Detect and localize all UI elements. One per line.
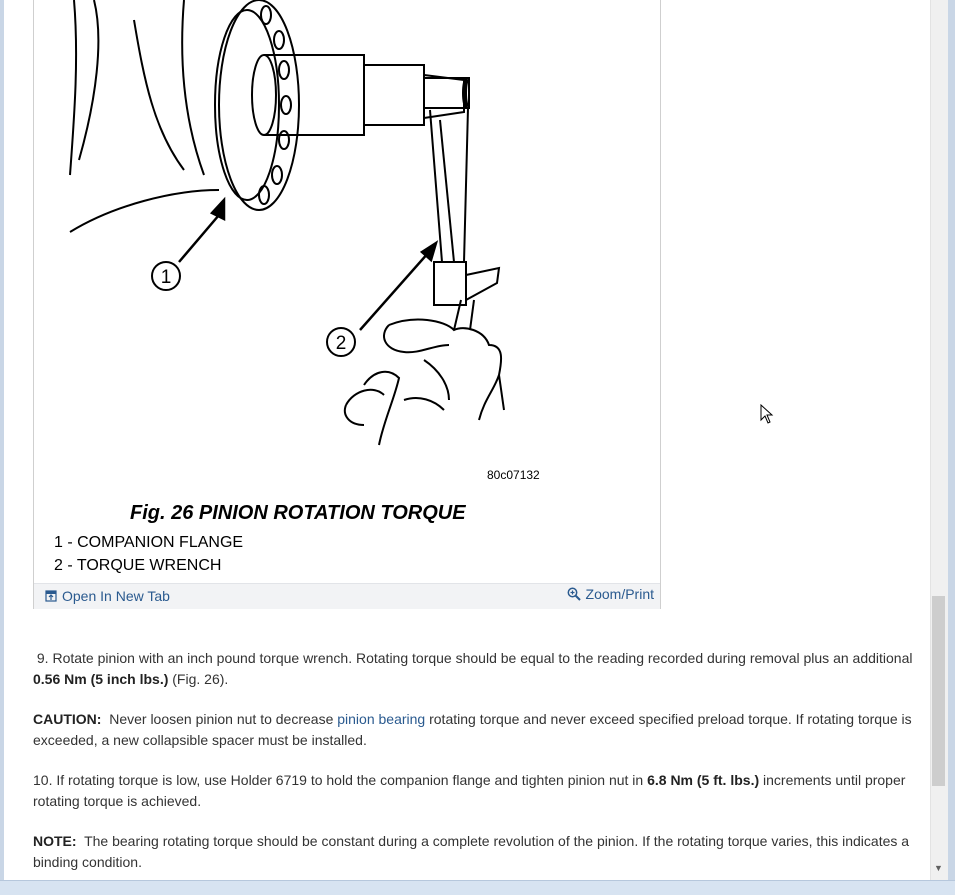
step-10-text-a: 10. If rotating torque is low, use Holde… — [33, 772, 648, 788]
window-left-border — [0, 0, 4, 880]
figure-toolbar: Open In New Tab Zoom/Print — [34, 583, 660, 609]
legend-item-2: 2 - TORQUE WRENCH — [54, 557, 222, 574]
magnifier-icon — [567, 587, 581, 601]
step-10-paragraph: 10. If rotating torque is low, use Holde… — [33, 770, 918, 812]
pinion-bearing-link[interactable]: pinion bearing — [337, 711, 425, 727]
step-10-torque-value: 6.8 Nm (5 ft. lbs.) — [647, 772, 760, 788]
step-9-text-b: (Fig. 26). — [168, 671, 229, 687]
zoom-print-link[interactable]: Zoom/Print — [567, 586, 654, 602]
callout-2: 2 — [336, 333, 347, 354]
window-bottom-border — [0, 880, 955, 895]
figure-title: Fig. 26 PINION ROTATION TORQUE — [130, 502, 466, 524]
mouse-cursor-icon — [760, 404, 774, 424]
step-9-paragraph: 9. Rotate pinion with an inch pound torq… — [33, 648, 918, 690]
open-in-new-tab-link[interactable]: Open In New Tab — [45, 588, 170, 604]
caution-paragraph: CAUTION: Never loosen pinion nut to decr… — [33, 709, 918, 751]
step-9-torque-value: 0.56 Nm (5 inch lbs.) — [33, 671, 169, 687]
note-paragraph: NOTE: The bearing rotating torque should… — [33, 831, 918, 873]
scrollbar-thumb[interactable] — [932, 596, 945, 786]
legend-item-1: 1 - COMPANION FLANGE — [54, 534, 244, 551]
note-label: NOTE: — [33, 833, 77, 849]
scroll-down-arrow-icon[interactable]: ▼ — [933, 863, 944, 874]
callout-1: 1 — [161, 267, 172, 288]
new-tab-icon — [45, 590, 57, 602]
note-text: The bearing rotating torque should be co… — [33, 833, 913, 870]
open-in-new-tab-label: Open In New Tab — [62, 588, 170, 604]
caution-label: CAUTION: — [33, 711, 102, 727]
window-right-border — [947, 0, 955, 880]
figure-container: 1 2 80c07132 Fig. 26 PINION ROTATION TOR… — [33, 0, 661, 609]
zoom-print-label: Zoom/Print — [585, 586, 654, 602]
figure-id-label: 80c07132 — [487, 468, 540, 482]
caution-text-a: Never loosen pinion nut to decrease — [101, 711, 338, 727]
pinion-torque-illustration: 1 2 — [69, 0, 505, 446]
step-9-text-a: 9. Rotate pinion with an inch pound torq… — [36, 650, 913, 666]
